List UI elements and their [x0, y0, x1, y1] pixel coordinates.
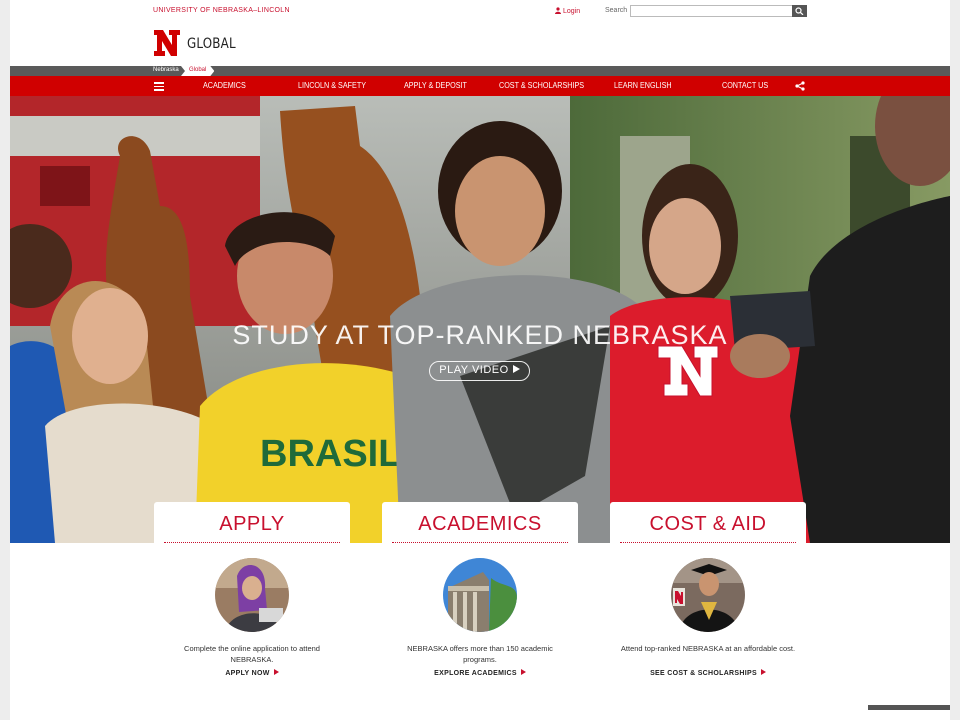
link-label: EXPLORE ACADEMICS: [434, 670, 517, 677]
nav-cost-scholarships[interactable]: COST & SCHOLARSHIPS: [499, 81, 584, 90]
search-button[interactable]: [792, 5, 807, 17]
login-label: Login: [562, 8, 581, 15]
play-video-label: PLAY VIDEO: [439, 364, 509, 376]
login-link[interactable]: Login: [555, 7, 580, 15]
nebraska-n-logo[interactable]: [153, 28, 181, 58]
link-label: SEE COST & SCHOLARSHIPS: [650, 670, 757, 677]
nav-lincoln-safety[interactable]: LINCOLN & SAFETY: [298, 81, 366, 90]
play-icon: [512, 365, 520, 373]
see-cost-scholarships-link[interactable]: SEE COST & SCHOLARSHIPS: [610, 669, 806, 677]
nav-academics[interactable]: ACADEMICS: [203, 81, 246, 90]
site-name[interactable]: GLOBAL: [187, 36, 236, 52]
card-description: NEBRASKA offers more than 150 academic p…: [407, 644, 553, 664]
divider: [392, 542, 568, 543]
site-header: UNIVERSITY OF NEBRASKA–LINCOLN Login Sea…: [10, 0, 950, 66]
hero-banner: BRASIL STUDY AT TOP-RANKED NEBRASKA PLAY…: [10, 96, 950, 543]
main-nav: ACADEMICS LINCOLN & SAFETY APPLY & DEPOS…: [10, 76, 950, 96]
brasil-shirt-text: BRASIL: [260, 433, 401, 475]
user-icon: [555, 7, 561, 14]
apply-now-link[interactable]: APPLY NOW: [154, 669, 350, 677]
share-icon[interactable]: [795, 81, 805, 91]
arrow-right-icon: [760, 669, 766, 675]
explore-academics-link[interactable]: EXPLORE ACADEMICS: [382, 669, 578, 677]
search-label: Search: [605, 7, 628, 14]
arrow-right-icon: [520, 669, 526, 675]
card-title: APPLY: [219, 513, 285, 535]
apply-photo: [215, 558, 289, 632]
breadcrumb-global: Global: [181, 66, 215, 76]
university-link[interactable]: UNIVERSITY OF NEBRASKA–LINCOLN: [153, 7, 290, 14]
card-title: ACADEMICS: [418, 513, 542, 535]
academics-card: ACADEMICS NEBRASKA offers more than 150 …: [382, 502, 578, 720]
menu-icon[interactable]: [154, 82, 164, 91]
cost-aid-photo: [671, 558, 745, 632]
card-description: Complete the online application to atten…: [184, 644, 320, 664]
breadcrumb: Nebraska Global: [10, 66, 950, 76]
play-video-button[interactable]: PLAY VIDEO: [429, 361, 530, 381]
card-title: COST & AID: [649, 513, 767, 535]
apply-card: APPLY Complete the online application to…: [154, 502, 350, 720]
divider: [164, 542, 340, 543]
cost-aid-card: COST & AID Attend top-ranked NEBRASKA at…: [610, 502, 806, 720]
breadcrumb-nebraska[interactable]: Nebraska: [153, 67, 179, 73]
divider: [620, 542, 796, 543]
arrow-right-icon: [273, 669, 279, 675]
page: UNIVERSITY OF NEBRASKA–LINCOLN Login Sea…: [10, 0, 950, 720]
footer-bar: [868, 705, 950, 710]
nav-contact-us[interactable]: CONTACT US: [722, 81, 768, 90]
search-input[interactable]: [630, 5, 796, 17]
search-icon: [795, 7, 804, 15]
hero-title: STUDY AT TOP-RANKED NEBRASKA: [232, 320, 728, 350]
nav-apply-deposit[interactable]: APPLY & DEPOSIT: [404, 81, 467, 90]
card-description: Attend top-ranked NEBRASKA at an afforda…: [620, 644, 796, 653]
academics-photo: [443, 558, 517, 632]
link-label: APPLY NOW: [225, 670, 270, 677]
nav-learn-english[interactable]: LEARN ENGLISH: [614, 81, 672, 90]
